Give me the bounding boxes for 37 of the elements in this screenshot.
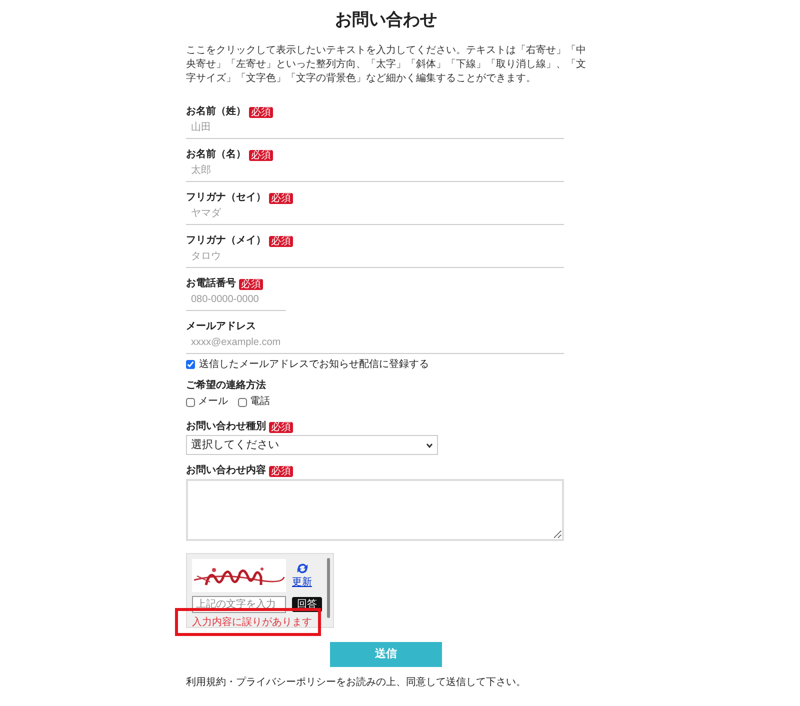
input-field[interactable]: 太郎 [186,161,564,182]
error-message: 入力内容に誤りがあります [192,617,313,629]
select-dropdown[interactable]: 選択してください [186,435,438,455]
required-badge: 必須 [249,106,273,118]
field-label: フリガナ（メイ） [186,235,266,247]
field-label: お名前（姓） [186,106,246,118]
checkbox[interactable] [238,398,247,406]
required-badge: 必須 [269,422,293,432]
required-badge: 必須 [239,278,263,290]
chevron-down-icon [426,442,433,448]
intro-text: ここをクリックして表示したいテキストを入力してください。テキストは「右寄せ」「中央寄せ」「左寄せ」といった整列方向、「太字」「斜体」「下線」「取り消し線」、「文字サイズ」「文字色」「文字の背景色」など細かく編集することができます。 [186,44,586,86]
page-title: お問い合わせ [334,9,438,31]
checkbox[interactable] [186,360,195,369]
required-badge: 必須 [249,150,273,160]
input-field[interactable]: xxxx@example.com [186,333,564,354]
field-label: お名前（名） [186,149,246,161]
field-label: お問い合わせ内容 [186,465,266,477]
consent-note: 利用規約・プライバシーポリシーをお読みの上、同意して送信して下さい。 [186,676,527,690]
field-label: メールアドレス [186,321,256,333]
scrollbar [327,558,330,618]
field-label: お電話番号 [186,278,236,290]
checkbox[interactable] [186,398,195,406]
checkbox-label: 送信したメールアドレスでお知らせ配信に登録する [199,358,429,372]
field-label: お問い合わせ種別 [186,421,266,433]
required-badge: 必須 [269,466,293,476]
input-field[interactable]: ヤマダ [186,204,564,225]
input-field[interactable]: タロウ [186,247,564,268]
input-field[interactable]: 山田 [186,118,564,139]
refresh-icon [296,562,308,574]
input-field[interactable]: 080-0000-0000 [186,290,286,311]
field-label: フリガナ（セイ） [186,192,266,204]
required-badge: 必須 [269,236,293,246]
refresh-link[interactable]: 更新 [292,562,312,590]
checkbox-label: 電話 [250,395,270,409]
field-label: ご希望の連絡方法 [186,380,266,392]
required-badge: 必須 [269,192,293,204]
checkbox-label: メール [198,395,228,409]
